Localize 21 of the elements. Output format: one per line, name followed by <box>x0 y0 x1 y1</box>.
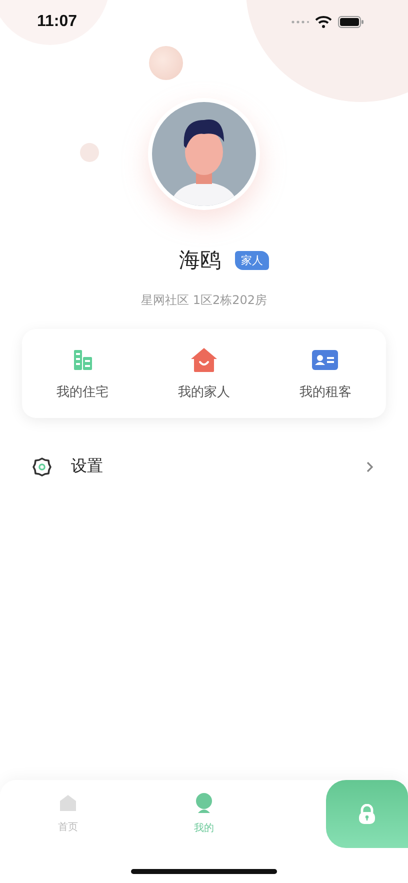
unlock-button[interactable] <box>326 780 408 848</box>
home-icon <box>59 794 77 812</box>
house-icon <box>190 346 218 372</box>
shortcut-item[interactable]: 我的租客 <box>264 329 386 418</box>
chevron-icon <box>366 460 374 472</box>
address-text: 星网社区 1区2栋202房 <box>141 292 267 309</box>
signal-icon <box>291 20 309 24</box>
decoration-bubble <box>149 46 183 80</box>
id-card-icon <box>312 350 338 370</box>
settings-row[interactable]: 设置 <box>0 446 408 487</box>
user-name: 海鸥 <box>179 247 221 274</box>
lock-icon <box>358 804 376 824</box>
role-tag: 家人 <box>235 250 269 270</box>
person-icon <box>195 793 213 813</box>
shortcut-item[interactable]: 我的家人 <box>143 329 265 418</box>
shortcut-item[interactable]: 我的住宅 <box>22 329 144 418</box>
status-time: 11:07 <box>37 13 78 31</box>
wifi-icon <box>315 16 332 28</box>
settings-icon <box>32 456 52 476</box>
battery-icon <box>338 16 364 28</box>
decoration-bubble <box>80 143 99 162</box>
